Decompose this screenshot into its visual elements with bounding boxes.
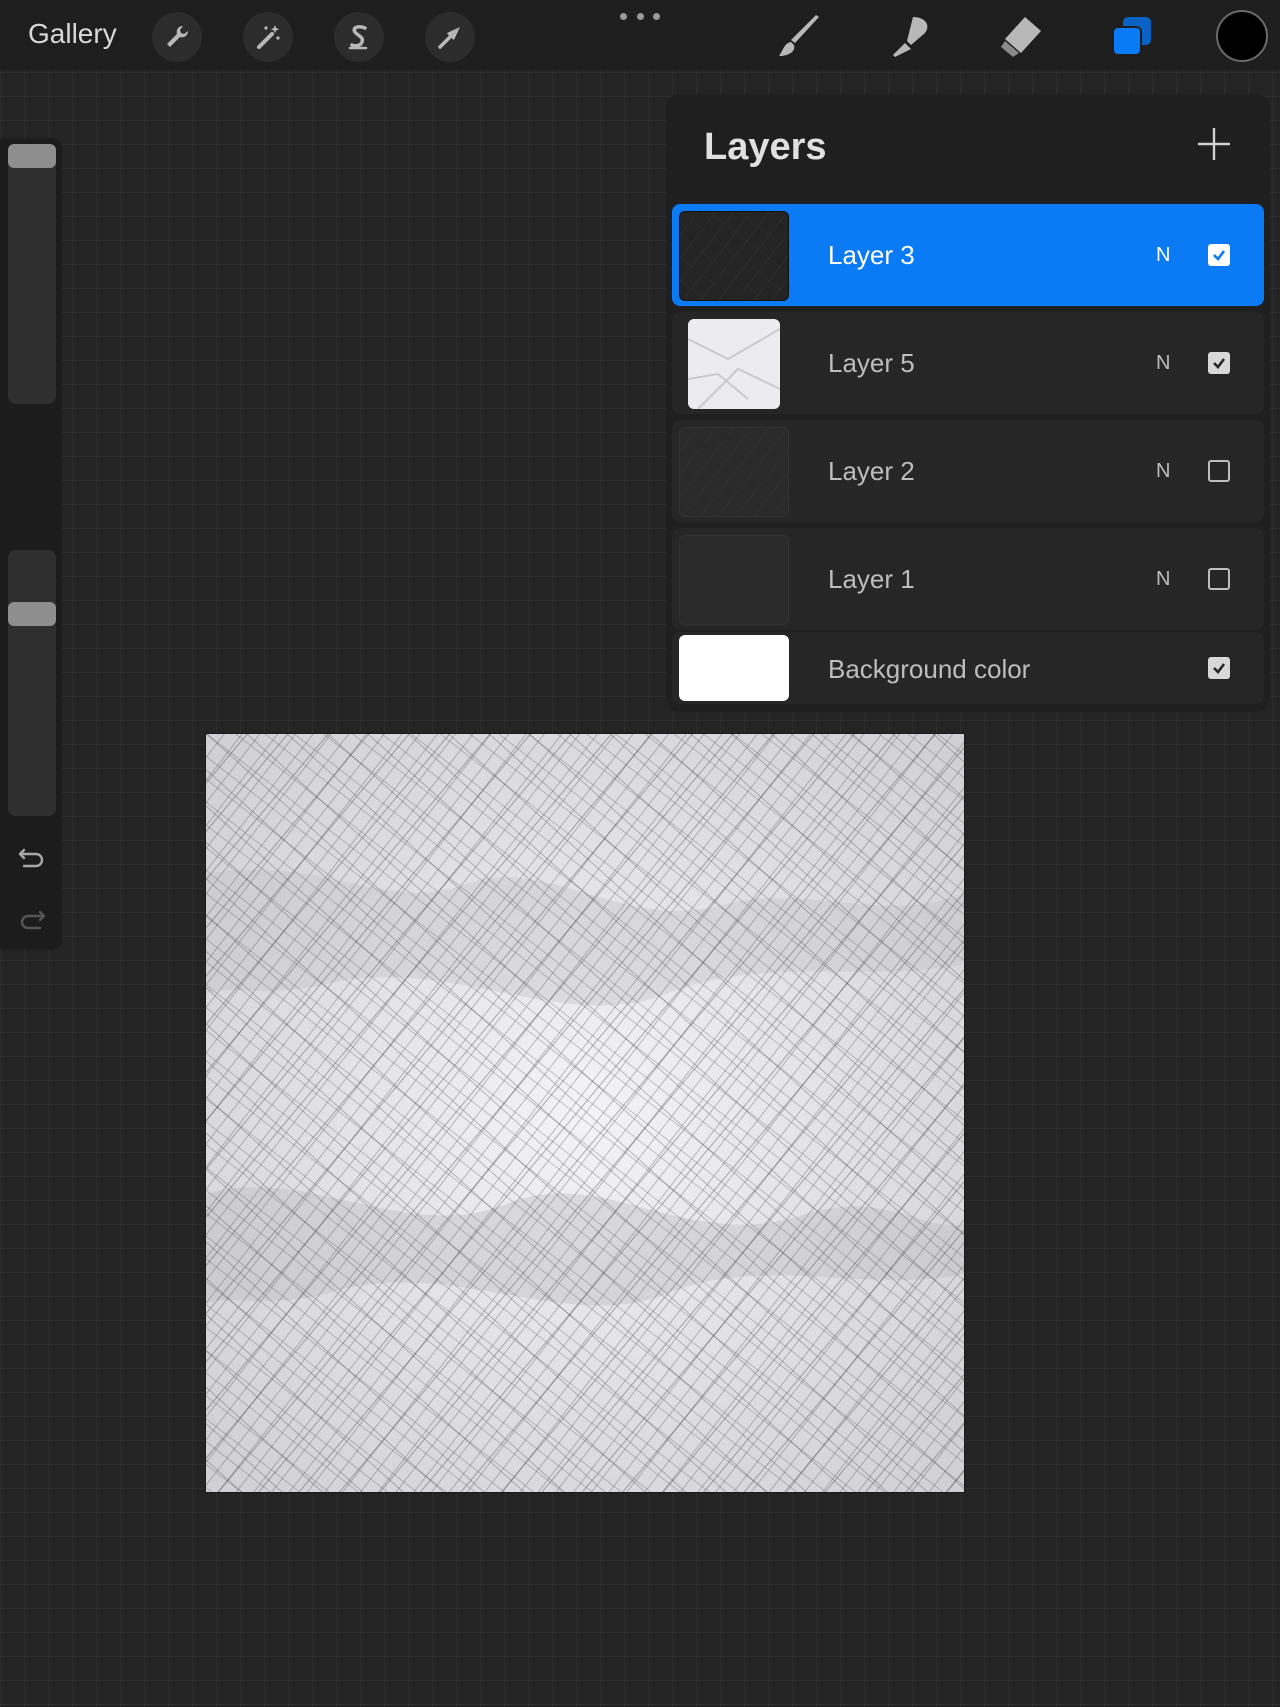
- blend-mode-button[interactable]: N: [1156, 460, 1170, 483]
- layer-name: Layer 1: [828, 564, 915, 594]
- layer-name: Background color: [828, 654, 1031, 684]
- brush-size-thumb[interactable]: [8, 144, 56, 168]
- undo-icon[interactable]: [16, 840, 48, 872]
- plus-icon[interactable]: [1194, 124, 1234, 164]
- blend-mode-button[interactable]: N: [1156, 568, 1170, 591]
- visibility-checkbox[interactable]: [1208, 657, 1230, 679]
- smudge-tool-button[interactable]: [882, 10, 938, 62]
- opacity-slider[interactable]: [8, 550, 56, 816]
- layer-thumbnail-hatch: [680, 428, 788, 516]
- checkmark-icon: [1213, 358, 1226, 369]
- selection-s-icon: [348, 25, 368, 50]
- canvas-artwork: [206, 734, 964, 1492]
- brush-size-slider[interactable]: [8, 144, 56, 404]
- magic-wand-icon: [257, 25, 280, 49]
- layer-thumbnail-hatch: [680, 212, 788, 300]
- dot: [636, 12, 644, 20]
- brush-icon: [779, 15, 819, 56]
- layer-thumbnail: [679, 535, 789, 625]
- blend-mode-button[interactable]: N: [1156, 352, 1170, 375]
- actions-button[interactable]: [152, 12, 202, 62]
- layer-thumbnail: [679, 211, 789, 301]
- transform-button[interactable]: [425, 12, 475, 62]
- opacity-thumb[interactable]: [8, 602, 56, 626]
- selection-button[interactable]: [334, 12, 384, 62]
- layer-row-layer-2[interactable]: Layer 2 N: [672, 420, 1264, 522]
- checkmark-icon: [1213, 663, 1226, 674]
- layer-thumbnail-paper: [688, 328, 780, 409]
- background-color-swatch[interactable]: [679, 635, 789, 701]
- layer-row-layer-1[interactable]: Layer 1 N: [672, 528, 1264, 630]
- gallery-button[interactable]: Gallery: [28, 18, 117, 50]
- visibility-checkbox[interactable]: [1208, 352, 1230, 374]
- brush-tool-button[interactable]: [772, 10, 828, 62]
- layers-panel: Layers Layer 3 N Layer 5 N Layer 2 N Lay…: [666, 94, 1270, 712]
- layer-row-background-color[interactable]: Background color: [672, 632, 1264, 704]
- layer-name: Layer 5: [828, 348, 915, 378]
- layer-row-layer-3[interactable]: Layer 3 N: [672, 204, 1264, 306]
- left-sidebar: [0, 138, 62, 950]
- panel-title: Layers: [704, 126, 827, 168]
- wrench-icon: [167, 25, 189, 47]
- dot: [620, 12, 627, 20]
- visibility-checkbox[interactable]: [1208, 460, 1230, 482]
- layer-name: Layer 3: [828, 240, 915, 270]
- layer-row-layer-5[interactable]: Layer 5 N: [672, 312, 1264, 414]
- transform-arrow-icon: [438, 27, 460, 49]
- eraser-tool-button[interactable]: [992, 10, 1048, 62]
- visibility-checkbox[interactable]: [1208, 568, 1230, 590]
- visibility-checkbox[interactable]: [1208, 244, 1230, 266]
- redo-icon[interactable]: [16, 902, 48, 934]
- smudge-icon: [893, 17, 928, 57]
- adjustments-button[interactable]: [243, 12, 293, 62]
- more-options-handle[interactable]: [620, 4, 660, 28]
- top-toolbar: Gallery: [0, 0, 1280, 70]
- layer-name: Layer 2: [828, 456, 915, 486]
- layers-tool-button[interactable]: [1104, 10, 1160, 62]
- layers-icon: [1112, 17, 1151, 56]
- current-color-button[interactable]: [1216, 10, 1268, 62]
- blend-mode-button[interactable]: N: [1156, 244, 1170, 267]
- dot: [653, 12, 660, 20]
- drawing-canvas[interactable]: [206, 734, 964, 1492]
- eraser-icon: [1001, 17, 1041, 57]
- layer-thumbnail: [688, 319, 780, 409]
- checkmark-icon: [1213, 250, 1226, 261]
- layer-thumbnail: [679, 427, 789, 517]
